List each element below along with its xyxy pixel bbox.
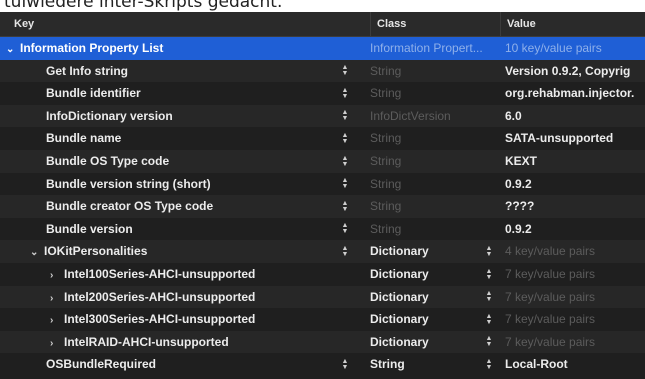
table-row[interactable]: Bundle OS Type code ▲ ▼ String KEXT: [0, 149, 645, 173]
background-caption-text: tuiwiedere inter-Skripts gedacht.: [0, 0, 645, 12]
row-class: String: [370, 221, 402, 236]
row-value: 10 key/value pairs: [505, 41, 602, 55]
chevron-right-icon[interactable]: ›: [50, 333, 60, 354]
up-down-stepper-icon[interactable]: ▲ ▼: [484, 286, 494, 309]
row-class: Dictionary: [370, 244, 429, 259]
row-class: String: [370, 63, 402, 78]
table-row[interactable]: Bundle creator OS Type code ▲ ▼ String ??…: [0, 195, 645, 218]
row-value[interactable]: Version 0.9.2, Copyrig: [505, 60, 645, 83]
row-class: String: [370, 86, 402, 101]
row-key: Intel200Series-AHCI-unsupported: [64, 289, 256, 304]
row-class: Dictionary: [370, 334, 429, 349]
table-row[interactable]: Get Info string ▲ ▼ String Version 0.9.2,…: [0, 59, 645, 83]
row-key: Bundle identifier: [46, 86, 141, 101]
table-row[interactable]: › Intel300Series-AHCI-unsupported Diction…: [0, 308, 645, 331]
table-row[interactable]: › Intel200Series-AHCI-unsupported Diction…: [0, 285, 645, 309]
up-down-stepper-icon[interactable]: ▲ ▼: [484, 308, 494, 331]
column-header: Key Class Value: [0, 12, 645, 37]
up-down-stepper-icon[interactable]: ▲ ▼: [340, 60, 350, 83]
table-row[interactable]: Bundle name ▲ ▼ String SATA-unsupported: [0, 127, 645, 150]
plist-editor: Key Class Value ⌄ Information Property Li…: [0, 12, 645, 379]
row-value: 7 key/value pairs: [505, 266, 596, 281]
up-down-stepper-icon[interactable]: ▲ ▼: [484, 331, 494, 354]
chevron-down-icon[interactable]: ⌄: [30, 242, 40, 263]
row-key: InfoDictionary version: [46, 108, 173, 123]
row-value[interactable]: 0.9.2: [505, 173, 645, 196]
up-down-stepper-icon[interactable]: ▲ ▼: [340, 218, 350, 241]
row-key: OSBundleRequired: [46, 357, 157, 372]
row-value[interactable]: 6.0: [505, 105, 645, 128]
value-column-header[interactable]: Value: [500, 12, 645, 36]
chevron-right-icon[interactable]: ›: [50, 288, 60, 309]
up-down-stepper-icon[interactable]: ▲ ▼: [340, 127, 350, 150]
row-key: Bundle name: [46, 131, 122, 146]
row-class: Dictionary: [370, 266, 429, 281]
table-row[interactable]: Bundle version string (short) ▲ ▼ String …: [0, 173, 645, 196]
row-class: String: [370, 176, 402, 191]
up-down-stepper-icon[interactable]: ▲ ▼: [340, 173, 350, 196]
table-row[interactable]: InfoDictionary version ▲ ▼ InfoDictVersio…: [0, 104, 645, 128]
row-key: Intel300Series-AHCI-unsupported: [64, 312, 256, 327]
up-down-stepper-icon[interactable]: ▲ ▼: [484, 353, 494, 376]
chevron-right-icon[interactable]: ›: [50, 265, 60, 286]
table-row[interactable]: › IntelRAID-AHCI-unsupported Dictionary ▲…: [0, 330, 645, 354]
class-column-header[interactable]: Class: [370, 12, 497, 36]
row-class: String: [370, 153, 402, 168]
row-value: 7 key/value pairs: [505, 289, 596, 304]
chevron-right-icon[interactable]: ›: [50, 310, 60, 331]
row-key: Get Info string: [46, 63, 128, 78]
row-key: IntelRAID-AHCI-unsupported: [64, 334, 229, 349]
up-down-stepper-icon[interactable]: ▲ ▼: [340, 150, 350, 173]
up-down-stepper-icon[interactable]: ▲ ▼: [340, 82, 350, 105]
table-row[interactable]: Bundle version ▲ ▼ String 0.9.2: [0, 218, 645, 241]
row-value[interactable]: 0.9.2: [505, 218, 645, 241]
row-key: IOKitPersonalities: [44, 244, 148, 259]
up-down-stepper-icon[interactable]: ▲ ▼: [340, 353, 350, 376]
table-row[interactable]: OSBundleRequired ▲ ▼ String ▲ ▼ Local-Root: [0, 353, 645, 376]
up-down-stepper-icon[interactable]: ▲ ▼: [340, 195, 350, 218]
table-row[interactable]: › Intel100Series-AHCI-unsupported Diction…: [0, 263, 645, 286]
table-row[interactable]: ⌄ IOKitPersonalities ▲ ▼ Dictionary ▲ ▼ 4 k…: [0, 240, 645, 263]
row-key: Bundle version string (short): [46, 176, 211, 191]
row-value[interactable]: KEXT: [505, 150, 645, 173]
row-key: Intel100Series-AHCI-unsupported: [64, 266, 256, 281]
row-key: Information Property List: [20, 41, 164, 55]
chevron-down-icon[interactable]: ⌄: [6, 39, 16, 60]
plist-rows: ⌄ Information Property List Information P…: [0, 37, 645, 376]
row-key: Bundle version: [46, 221, 133, 236]
row-class: String: [370, 131, 402, 146]
up-down-stepper-icon[interactable]: ▲ ▼: [340, 105, 350, 128]
row-value[interactable]: org.rehabman.injector.: [505, 82, 645, 105]
up-down-stepper-icon[interactable]: ▲ ▼: [340, 240, 350, 263]
row-key: Bundle OS Type code: [46, 153, 170, 168]
up-down-stepper-icon[interactable]: ▲ ▼: [484, 240, 494, 263]
table-row[interactable]: ⌄ Information Property List Information P…: [0, 37, 645, 60]
row-value[interactable]: ????: [505, 195, 645, 218]
row-value[interactable]: SATA-unsupported: [505, 127, 645, 150]
row-key: Bundle creator OS Type code: [46, 199, 214, 214]
row-value: 7 key/value pairs: [505, 312, 596, 327]
row-value[interactable]: Local-Root: [505, 353, 645, 376]
row-class: Dictionary: [370, 289, 429, 304]
row-class: String: [370, 199, 402, 214]
row-value: 7 key/value pairs: [505, 334, 596, 349]
table-row[interactable]: Bundle identifier ▲ ▼ String org.rehabman…: [0, 82, 645, 105]
row-value: 4 key/value pairs: [505, 244, 596, 259]
row-class: Dictionary: [370, 312, 429, 327]
row-class: InfoDictVersion: [370, 108, 451, 123]
up-down-stepper-icon[interactable]: ▲ ▼: [484, 263, 494, 286]
key-column-header[interactable]: Key: [14, 12, 344, 36]
row-class: String: [370, 357, 405, 372]
row-class: Information Propert...: [370, 41, 483, 55]
